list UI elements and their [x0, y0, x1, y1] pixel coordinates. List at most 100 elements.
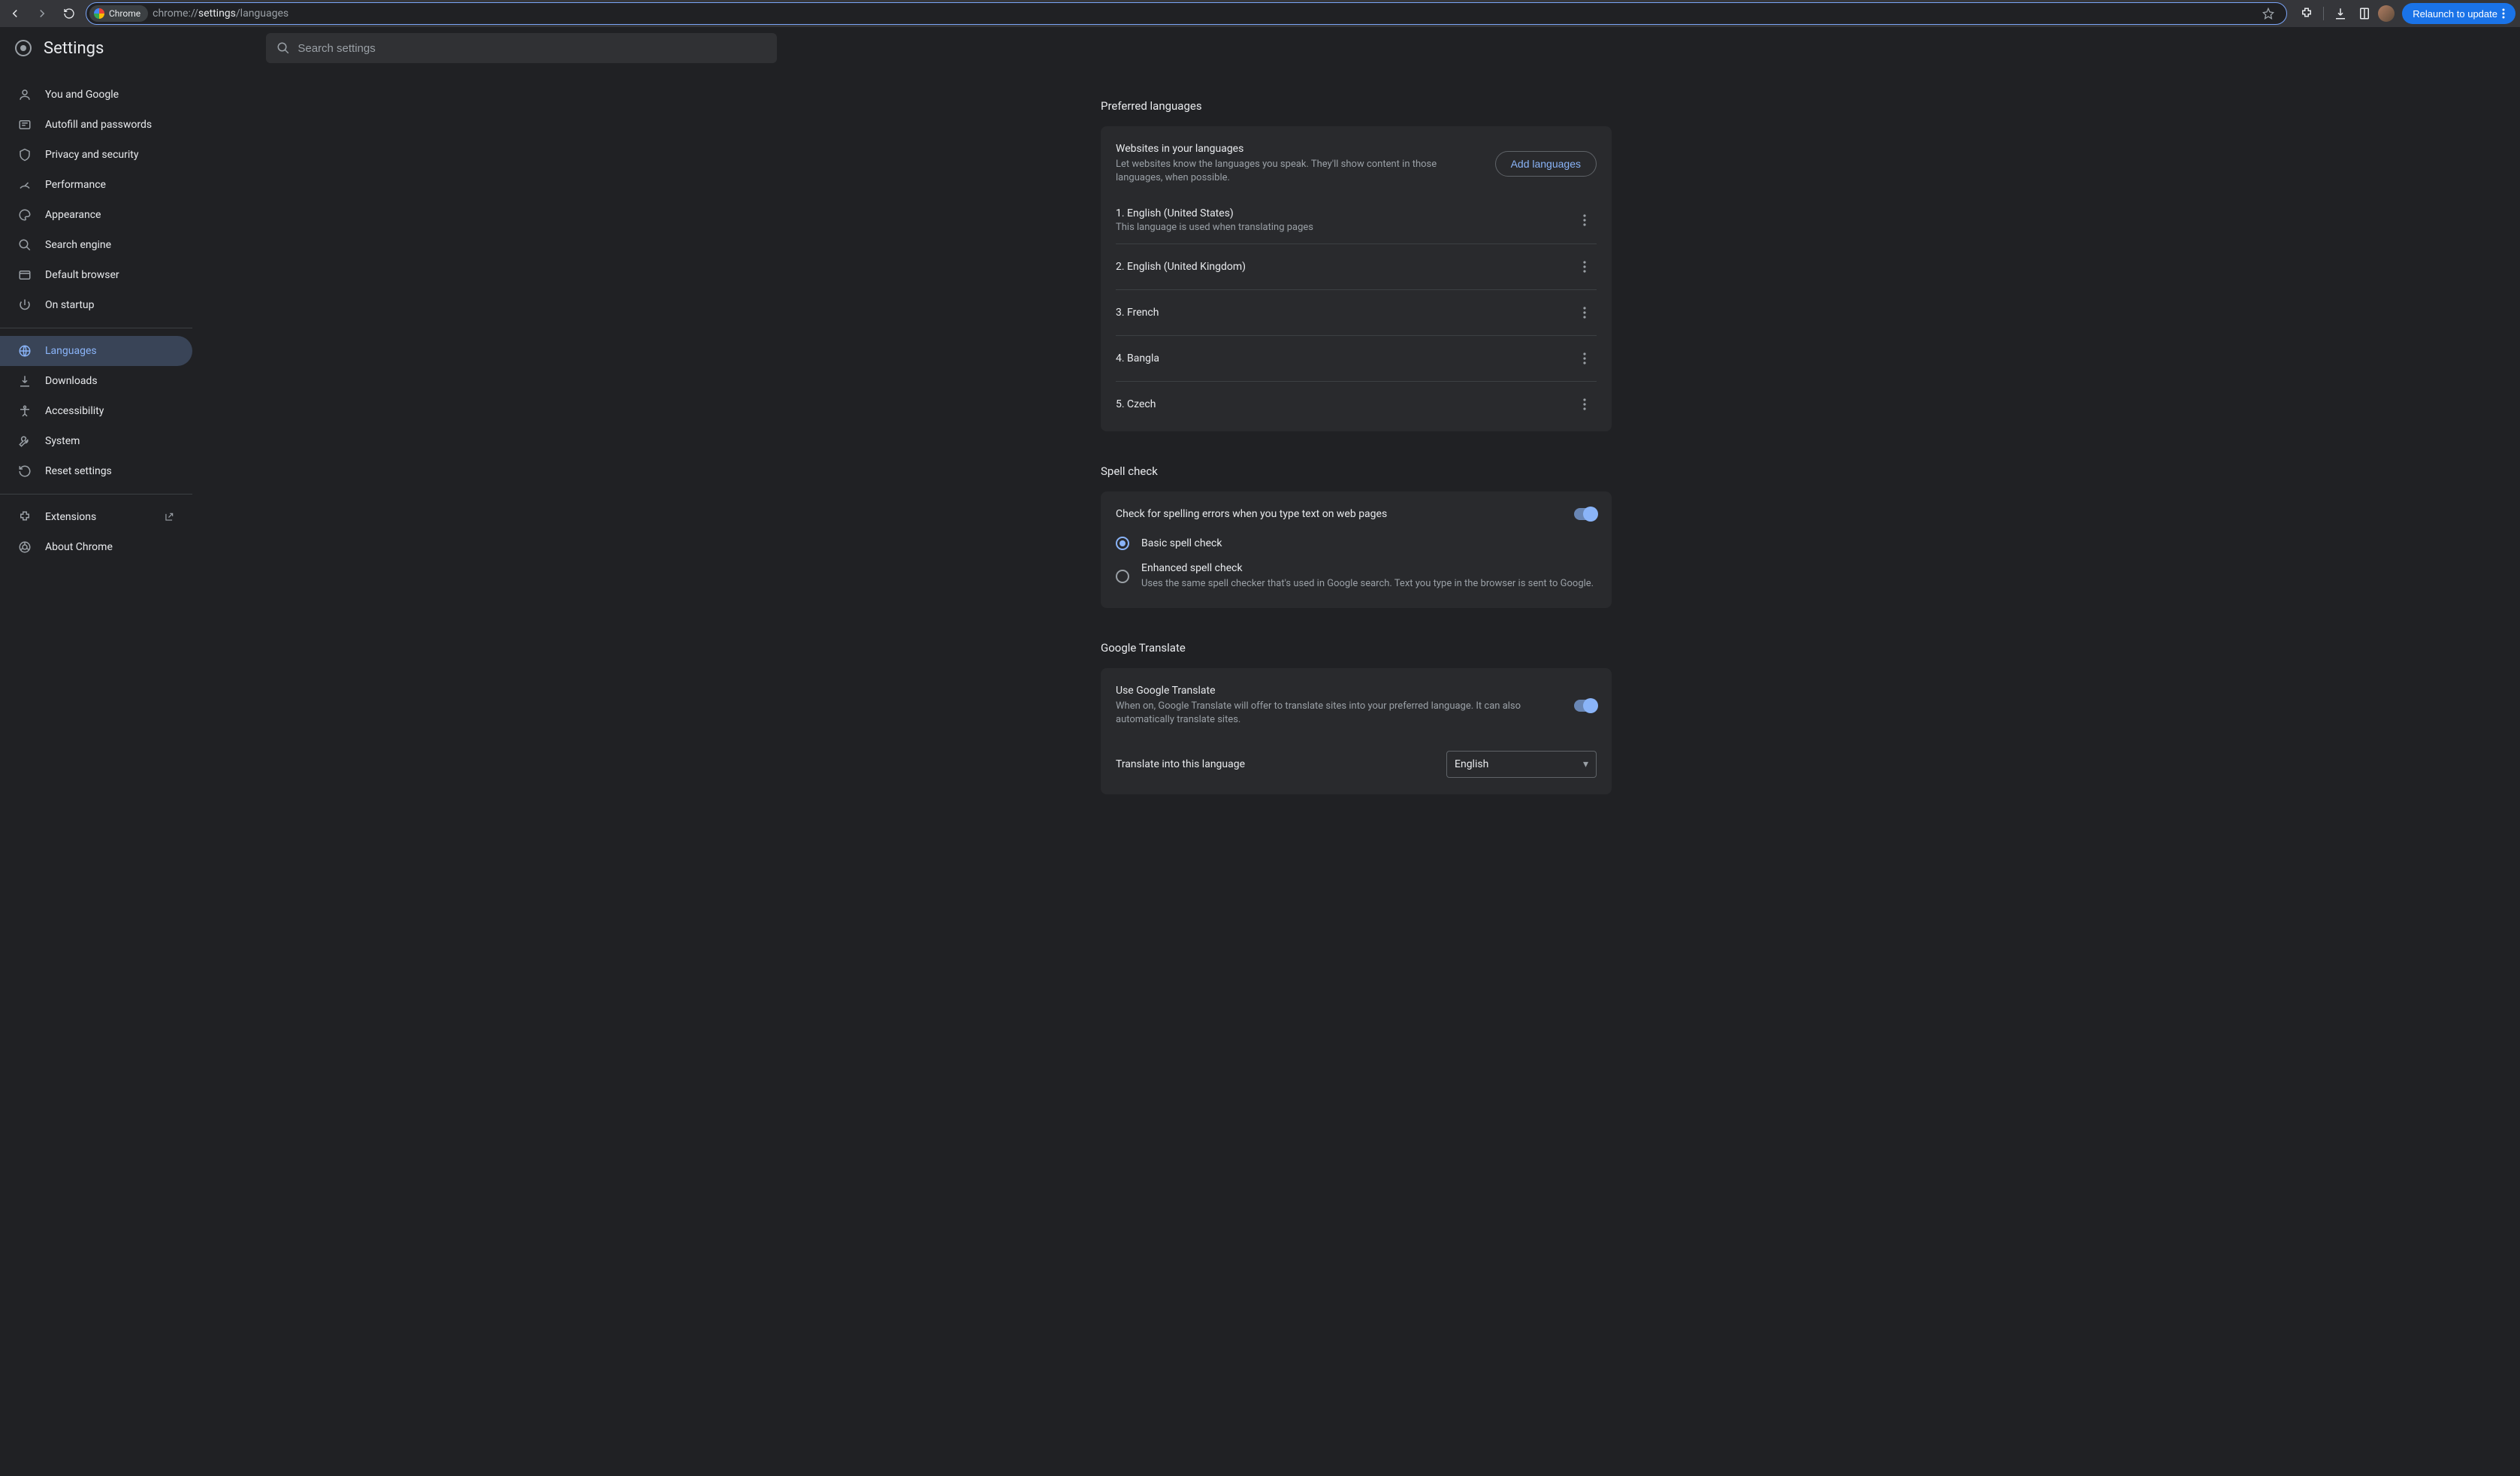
basic-spell-radio[interactable]	[1116, 537, 1129, 550]
sidebar-item-reset-settings[interactable]: Reset settings	[0, 456, 192, 486]
globe-icon	[18, 344, 32, 358]
preferred-languages-card: Websites in your languages Let websites …	[1101, 126, 1612, 431]
language-more-button[interactable]	[1573, 208, 1597, 232]
person-icon	[18, 88, 32, 101]
settings-search[interactable]	[266, 33, 777, 63]
use-translate-title: Use Google Translate	[1116, 685, 1562, 697]
power-icon	[18, 298, 32, 312]
section-google-translate: Google Translate	[1101, 641, 1612, 655]
sidebar-item-on-startup[interactable]: On startup	[0, 290, 192, 320]
reading-list-icon[interactable]	[2354, 3, 2375, 24]
a11y-icon	[18, 404, 32, 418]
url-text[interactable]: chrome://settings/languages	[153, 8, 2253, 20]
websites-languages-sub: Let websites know the languages you spea…	[1116, 158, 1483, 185]
kebab-icon	[1583, 398, 1586, 410]
sidebar-item-label: On startup	[45, 299, 95, 311]
sidebar-item-label: Privacy and security	[45, 149, 138, 161]
settings-header: Settings	[0, 27, 2520, 69]
caret-down-icon: ▾	[1583, 758, 1588, 770]
site-chip[interactable]: Chrome	[89, 5, 148, 22]
sidebar-item-downloads[interactable]: Downloads	[0, 366, 192, 396]
language-name: 1. English (United States)	[1116, 207, 1573, 219]
sidebar-item-default-browser[interactable]: Default browser	[0, 260, 192, 290]
extensions-icon[interactable]	[2296, 3, 2317, 24]
forward-button[interactable]	[32, 3, 53, 24]
sidebar-item-autofill-and-passwords[interactable]: Autofill and passwords	[0, 110, 192, 140]
bookmark-star-icon[interactable]	[2258, 3, 2279, 24]
basic-spell-label: Basic spell check	[1141, 537, 1597, 549]
language-name: 5. Czech	[1116, 398, 1573, 410]
nav-separator	[0, 494, 192, 495]
language-more-button[interactable]	[1573, 301, 1597, 325]
chrome-icon	[94, 8, 104, 19]
sidebar-item-label: Performance	[45, 179, 106, 191]
websites-languages-title: Websites in your languages	[1116, 143, 1483, 155]
sidebar-item-accessibility[interactable]: Accessibility	[0, 396, 192, 426]
kebab-icon	[1583, 261, 1586, 273]
use-translate-sub: When on, Google Translate will offer to …	[1116, 700, 1562, 727]
reset-icon	[18, 464, 32, 478]
language-row: 4. Bangla	[1116, 335, 1597, 381]
downloads-icon[interactable]	[2330, 3, 2351, 24]
sidebar-item-search-engine[interactable]: Search engine	[0, 230, 192, 260]
back-button[interactable]	[5, 3, 26, 24]
download-icon	[18, 374, 32, 388]
sidebar-item-languages[interactable]: Languages	[0, 336, 192, 366]
spell-check-toggle[interactable]	[1574, 508, 1597, 520]
spell-toggle-label: Check for spelling errors when you type …	[1116, 508, 1562, 520]
language-more-button[interactable]	[1573, 255, 1597, 279]
speed-icon	[18, 178, 32, 192]
shield-icon	[18, 148, 32, 162]
add-languages-button[interactable]: Add languages	[1495, 151, 1597, 177]
sidebar-item-label: Downloads	[45, 375, 98, 387]
sidebar-item-label: Languages	[45, 345, 97, 357]
sidebar-item-appearance[interactable]: Appearance	[0, 200, 192, 230]
language-sub: This language is used when translating p…	[1116, 222, 1573, 233]
chrome-icon	[18, 540, 32, 554]
sidebar-item-performance[interactable]: Performance	[0, 170, 192, 200]
wrench-icon	[18, 434, 32, 448]
relaunch-button[interactable]: Relaunch to update	[2402, 3, 2515, 24]
toolbar-right: Relaunch to update	[2296, 3, 2515, 24]
sidebar-item-about-chrome[interactable]: About Chrome	[0, 532, 192, 562]
language-row: 1. English (United States) This language …	[1116, 197, 1597, 243]
translate-into-label: Translate into this language	[1116, 758, 1434, 770]
section-spell-check: Spell check	[1101, 464, 1612, 478]
omnibox[interactable]: Chrome chrome://settings/languages	[86, 2, 2287, 25]
sidebar-item-privacy-and-security[interactable]: Privacy and security	[0, 140, 192, 170]
language-row: 3. French	[1116, 289, 1597, 335]
browser-toolbar: Chrome chrome://settings/languages Relau…	[0, 0, 2520, 27]
language-more-button[interactable]	[1573, 346, 1597, 371]
browser-icon	[18, 268, 32, 282]
language-row: 5. Czech	[1116, 381, 1597, 427]
sidebar-item-extensions[interactable]: Extensions	[0, 502, 192, 532]
sidebar-item-label: About Chrome	[45, 541, 113, 553]
external-link-icon	[164, 512, 174, 522]
sidebar-item-label: Search engine	[45, 239, 111, 251]
settings-search-input[interactable]	[298, 42, 766, 55]
settings-main: Preferred languages Websites in your lan…	[192, 69, 2520, 1476]
page-title: Settings	[44, 39, 104, 58]
search-icon	[18, 238, 32, 252]
reload-button[interactable]	[59, 3, 80, 24]
sidebar-item-system[interactable]: System	[0, 426, 192, 456]
translate-into-select[interactable]: English ▾	[1446, 751, 1597, 778]
language-more-button[interactable]	[1573, 392, 1597, 416]
language-name: 3. French	[1116, 307, 1573, 319]
sidebar-item-label: Extensions	[45, 511, 96, 523]
search-icon	[276, 41, 290, 55]
enhanced-spell-label: Enhanced spell check	[1141, 562, 1597, 574]
separator	[2323, 7, 2324, 20]
translate-into-value: English	[1455, 758, 1488, 770]
chip-label: Chrome	[109, 8, 141, 19]
section-preferred-languages: Preferred languages	[1101, 99, 1612, 113]
use-translate-toggle[interactable]	[1574, 700, 1597, 712]
autofill-icon	[18, 118, 32, 132]
profile-avatar[interactable]	[2378, 5, 2395, 22]
sidebar-item-label: Default browser	[45, 269, 119, 281]
enhanced-spell-radio[interactable]	[1116, 570, 1129, 583]
sidebar-item-you-and-google[interactable]: You and Google	[0, 80, 192, 110]
kebab-icon	[1583, 307, 1586, 319]
kebab-icon	[1583, 214, 1586, 226]
more-icon	[2502, 8, 2505, 19]
